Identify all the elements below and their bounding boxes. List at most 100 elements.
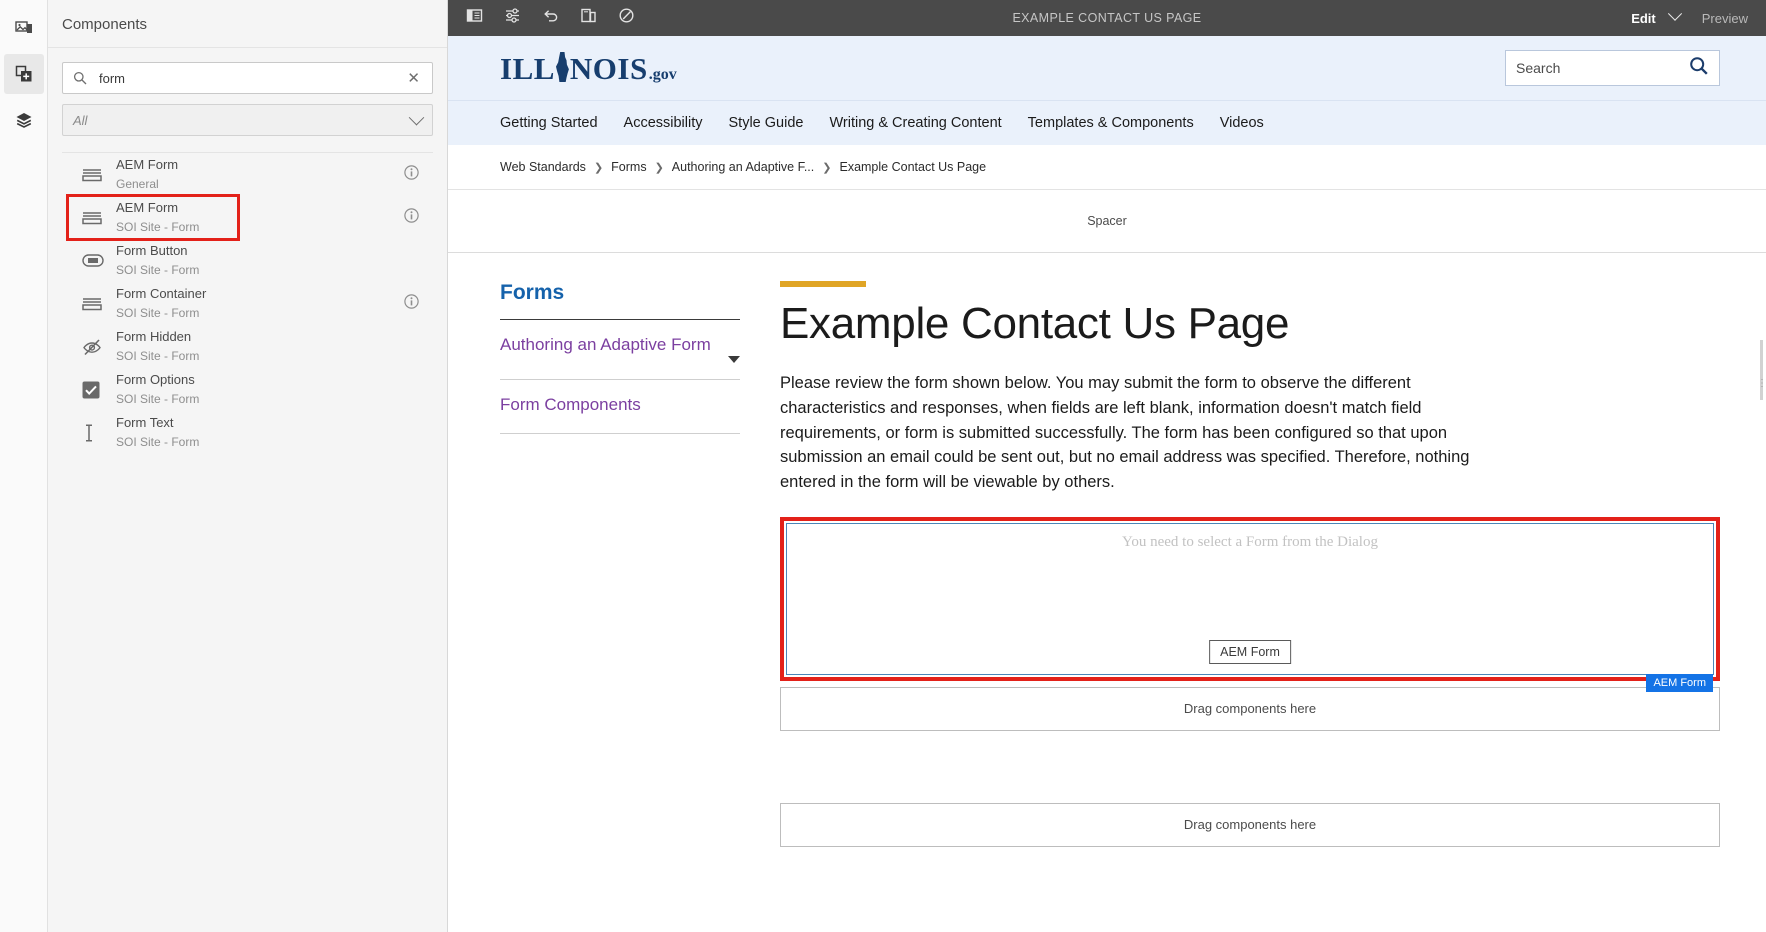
left-rail	[0, 0, 48, 932]
component-tooltip: AEM Form	[1209, 639, 1291, 664]
component-label-group: AEM Form SOI Site - Form	[116, 199, 404, 237]
page-properties-button[interactable]	[496, 3, 528, 33]
component-label-group: Form Button SOI Site - Form	[116, 242, 419, 280]
content-tree-rail-button[interactable]	[4, 100, 44, 140]
nav-item[interactable]: Videos	[1220, 115, 1264, 131]
editor-toolbar: EXAMPLE CONTACT US PAGE Edit Preview	[448, 0, 1766, 36]
illinois-state-shape-icon	[555, 52, 569, 82]
sidebar-item-authoring-an-adaptive-form[interactable]: Authoring an Adaptive Form	[500, 320, 740, 380]
component-title: AEM Form	[116, 199, 179, 215]
components-panel: Components ✕ All AEM FormGeneralAEM Form…	[48, 0, 448, 932]
form-lines-icon	[82, 297, 116, 311]
aem-form-placeholder[interactable]: You need to select a Form from the Dialo…	[786, 522, 1714, 692]
selection-highlight: You need to select a Form from the Dialo…	[780, 516, 1720, 692]
form-placeholder-message: You need to select a Form from the Dialo…	[1122, 533, 1378, 550]
component-label-group: Form Options SOI Site - Form	[116, 371, 419, 409]
info-icon[interactable]	[404, 207, 419, 228]
sidebar-link-label[interactable]: Form Components	[500, 394, 641, 417]
component-group: SOI Site - Form	[116, 219, 200, 234]
preview-mode-button[interactable]	[610, 3, 642, 33]
component-list-item[interactable]: AEM Form General	[62, 153, 433, 196]
component-title: AEM Form	[116, 156, 179, 172]
logo-suffix: .gov	[648, 66, 677, 83]
form-lines-icon	[82, 211, 116, 225]
undo-button[interactable]	[534, 3, 566, 33]
component-search[interactable]: ✕	[62, 62, 433, 94]
breadcrumb-bar: Web Standards ❯ Forms ❯ Authoring an Adaptiv…	[448, 145, 1766, 190]
dropzone-1[interactable]: Drag components here	[780, 686, 1720, 731]
preview-button[interactable]: Preview	[1702, 11, 1748, 26]
chevron-down-icon	[408, 109, 425, 125]
component-title: Form Text	[116, 414, 174, 430]
scroll-indicator[interactable]	[1760, 340, 1763, 400]
edit-mode-button[interactable]: Edit	[1627, 11, 1660, 26]
clear-search-icon[interactable]: ✕	[405, 69, 422, 88]
nav-item[interactable]: Accessibility	[624, 115, 703, 131]
resize-handle[interactable]: ⋮	[1756, 340, 1766, 440]
nav-item[interactable]: Templates & Components	[1028, 115, 1194, 131]
component-list-item[interactable]: Form Hidden SOI Site - Form	[62, 325, 433, 368]
article: Example Contact Us Page Please review th…	[780, 281, 1766, 847]
accent-bar	[780, 281, 866, 287]
component-list-item[interactable]: Form Options SOI Site - Form	[62, 368, 433, 411]
spacer-component[interactable]: Spacer	[448, 190, 1766, 253]
group-filter-select[interactable]: All	[62, 104, 433, 136]
group-filter-value: All	[73, 112, 88, 128]
section-sidebar: Forms Authoring an Adaptive Form Form Co…	[500, 281, 780, 847]
component-group: SOI Site - Form	[116, 305, 200, 320]
aem-editor-window: Components ✕ All AEM FormGeneralAEM Form…	[0, 0, 1766, 932]
component-label-group: Form Text SOI Site - Form	[116, 414, 419, 452]
component-badge: AEM Form	[1646, 673, 1713, 692]
side-panel-toggle-button[interactable]	[458, 3, 490, 33]
sidebar-link-label[interactable]: Authoring an Adaptive Form	[500, 334, 711, 357]
site-search-placeholder: Search	[1516, 60, 1561, 76]
breadcrumb-item[interactable]: Forms	[611, 160, 646, 174]
dropzone-2[interactable]: Drag components here	[780, 802, 1720, 847]
breadcrumb-item[interactable]: Example Contact Us Page	[839, 160, 986, 174]
preview-mode-icon	[618, 7, 635, 29]
component-group: General	[116, 176, 159, 191]
nav-item[interactable]: Style Guide	[729, 115, 804, 131]
info-icon[interactable]	[404, 293, 419, 314]
component-title: Form Hidden	[116, 328, 192, 344]
illinois-gov-logo[interactable]: ILL NOIS .gov	[500, 49, 677, 87]
spacer-label: Spacer	[1087, 214, 1127, 228]
nav-item[interactable]: Getting Started	[500, 115, 598, 131]
component-group: SOI Site - Form	[116, 391, 200, 406]
component-list-item[interactable]: AEM Form SOI Site - Form	[62, 196, 433, 239]
assets-rail-button[interactable]	[4, 8, 44, 48]
breadcrumb-item[interactable]: Web Standards	[500, 160, 586, 174]
component-list-item[interactable]: Form Text SOI Site - Form	[62, 411, 433, 454]
sidebar-heading: Forms	[500, 281, 565, 304]
component-list-item[interactable]: Form Container SOI Site - Form	[62, 282, 433, 325]
breadcrumb-separator-icon: ❯	[654, 161, 664, 174]
emulator-button[interactable]	[572, 3, 604, 33]
layers-icon	[14, 110, 34, 130]
nav-item[interactable]: Writing & Creating Content	[829, 115, 1001, 131]
site-search-icon[interactable]	[1689, 56, 1709, 81]
search-input[interactable]	[97, 69, 406, 87]
component-title: Form Container	[116, 285, 207, 301]
search-icon	[73, 71, 87, 85]
component-group: SOI Site - Form	[116, 348, 200, 363]
aem-form-component-wrapper: You need to select a Form from the Dialo…	[780, 516, 1720, 692]
toolbar-icon-group	[448, 3, 642, 33]
breadcrumb-item[interactable]: Authoring an Adaptive F...	[672, 160, 814, 174]
editor-area: EXAMPLE CONTACT US PAGE Edit Preview ILL…	[448, 0, 1766, 932]
components-rail-button[interactable]	[3, 54, 44, 94]
component-title: Form Options	[116, 371, 195, 387]
article-body: Please review the form shown below. You …	[780, 374, 1470, 491]
sidebar-item-form-components[interactable]: Form Components	[500, 380, 740, 434]
info-icon[interactable]	[404, 164, 419, 185]
page-content: Forms Authoring an Adaptive Form Form Co…	[448, 253, 1766, 847]
chevron-down-icon[interactable]	[728, 356, 740, 363]
text-cursor-icon	[82, 423, 116, 442]
mode-chevron-down-icon[interactable]	[1667, 6, 1682, 21]
site-search-box[interactable]: Search	[1505, 50, 1720, 86]
component-label-group: Form Container SOI Site - Form	[116, 285, 404, 323]
breadcrumb: Web Standards ❯ Forms ❯ Authoring an Adaptiv…	[500, 160, 986, 174]
emulator-icon	[580, 7, 597, 29]
components-icon	[14, 64, 34, 84]
component-list-item[interactable]: Form Button SOI Site - Form	[62, 239, 433, 282]
component-label-group: AEM Form General	[116, 156, 404, 194]
